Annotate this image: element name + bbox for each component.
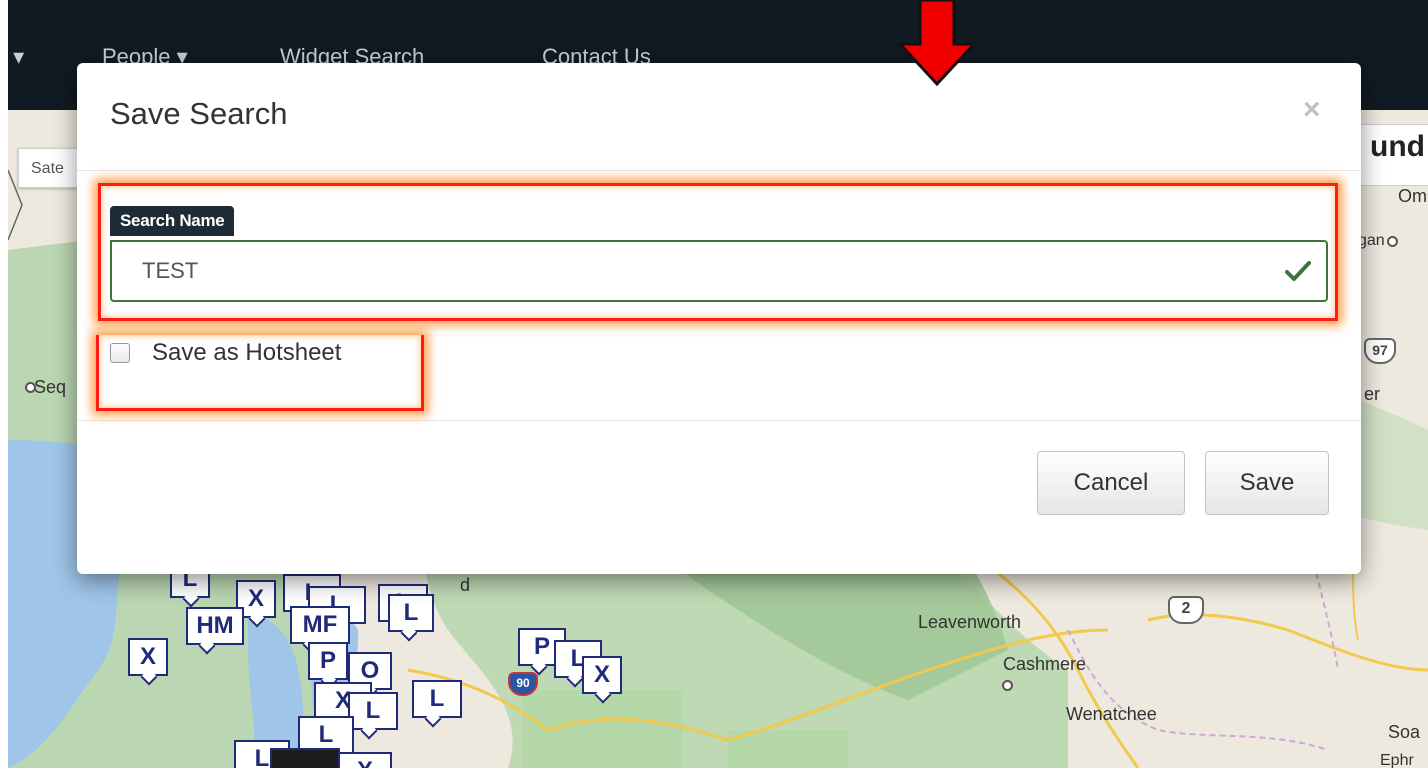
- listing-marker[interactable]: [270, 748, 340, 768]
- listing-marker[interactable]: X: [338, 752, 392, 768]
- annotation-hotsheet-highlight: [96, 335, 424, 411]
- city-dot-okanogan: [1387, 236, 1398, 247]
- header-divider: [77, 170, 1361, 171]
- map-label-okanogan: gan: [1358, 232, 1385, 249]
- listing-marker[interactable]: L: [348, 692, 398, 730]
- map-label-cashmere: Cashmere: [1003, 654, 1087, 674]
- map-label-omak: Om: [1398, 186, 1427, 206]
- red-arrow-icon: [896, 0, 978, 86]
- map-type-button[interactable]: Sate: [18, 148, 86, 188]
- listing-marker[interactable]: L: [388, 594, 434, 632]
- city-dot-seattle: [25, 382, 36, 393]
- nav-item-more[interactable]: s ▾: [8, 44, 24, 70]
- us-2-shield-icon: 2: [1168, 596, 1204, 624]
- listing-marker[interactable]: X: [582, 656, 622, 694]
- footer-divider: [77, 420, 1361, 421]
- annotation-search-name-highlight: [98, 183, 1338, 321]
- listing-marker[interactable]: HM: [186, 607, 244, 645]
- listing-marker[interactable]: P: [308, 642, 348, 680]
- map-label-soap-lake: Soa: [1388, 722, 1421, 742]
- side-panel-title: und: [1370, 130, 1425, 163]
- listing-marker[interactable]: X: [128, 638, 168, 676]
- map-label-wenatchee: Wenatchee: [1066, 704, 1157, 724]
- save-button[interactable]: Save: [1205, 451, 1329, 515]
- map-label-partial-er: er: [1364, 384, 1381, 404]
- listing-marker[interactable]: MF: [290, 606, 350, 644]
- us-97-shield-icon: 97: [1364, 338, 1396, 364]
- map-label-partial-d: d: [460, 575, 471, 595]
- modal-title: Save Search: [110, 96, 288, 131]
- listing-marker[interactable]: L: [412, 680, 462, 718]
- city-dot-cashmere: [1002, 680, 1013, 691]
- cancel-button[interactable]: Cancel: [1037, 451, 1185, 515]
- map-label-leavenworth: Leavenworth: [918, 612, 1022, 632]
- close-icon[interactable]: ×: [1303, 93, 1321, 127]
- map-label-ephrata: Ephr: [1380, 752, 1414, 768]
- map-label-seattle: Seq: [34, 377, 67, 397]
